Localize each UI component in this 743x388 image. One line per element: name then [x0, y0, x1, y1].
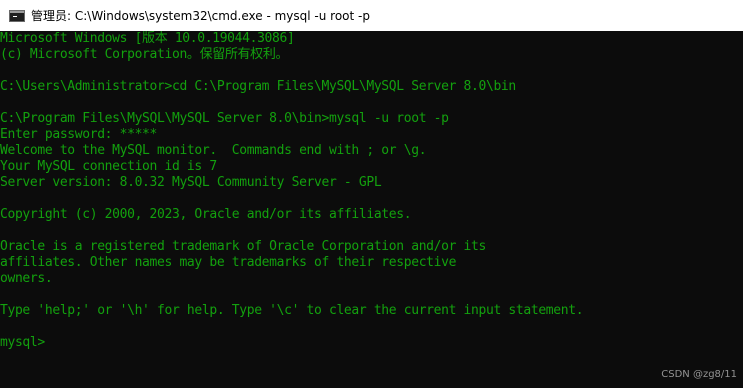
console-line: (c) Microsoft Corporation。保留所有权利。 — [0, 47, 289, 62]
mysql-prompt[interactable]: mysql> — [0, 335, 743, 351]
console-line: Type 'help;' or '\h' for help. Type '\c'… — [0, 303, 584, 318]
window-title: 管理员: C:\Windows\system32\cmd.exe - mysql… — [31, 9, 370, 23]
console-line: Welcome to the MySQL monitor. Commands e… — [0, 143, 427, 158]
console-line: affiliates. Other names may be trademark… — [0, 255, 457, 270]
console-line: Server version: 8.0.32 MySQL Community S… — [0, 175, 382, 190]
console-line: Microsoft Windows [版本 10.0.19044.3086] — [0, 31, 295, 46]
console-line: owners. — [0, 271, 53, 286]
console-line: C:\Program Files\MySQL\MySQL Server 8.0\… — [0, 111, 449, 126]
watermark: CSDN @zg8/11 — [661, 369, 737, 380]
title-bar[interactable]: 管理员: C:\Windows\system32\cmd.exe - mysql… — [0, 0, 743, 32]
cmd-icon — [9, 9, 25, 22]
console-output[interactable]: Microsoft Windows [版本 10.0.19044.3086] (… — [0, 31, 743, 388]
console-line: C:\Users\Administrator>cd C:\Program Fil… — [0, 79, 516, 94]
console-line: Enter password: ***** — [0, 127, 158, 142]
console-line: Copyright (c) 2000, 2023, Oracle and/or … — [0, 207, 412, 222]
console-line: Oracle is a registered trademark of Orac… — [0, 239, 486, 254]
console-line: Your MySQL connection id is 7 — [0, 159, 217, 174]
